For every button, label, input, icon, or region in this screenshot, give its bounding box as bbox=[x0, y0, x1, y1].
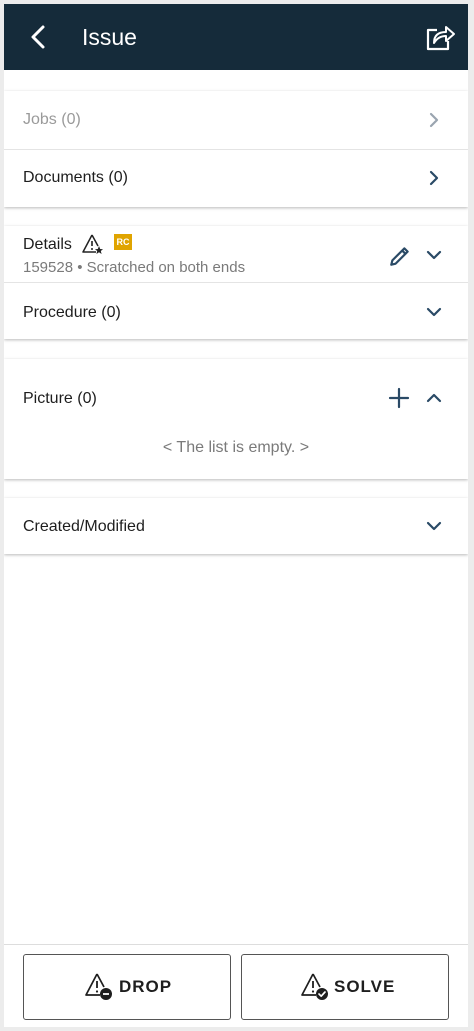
created-row[interactable]: Created/Modified bbox=[4, 498, 468, 554]
app: Issue Jobs (0) Documents (0) Details RC … bbox=[4, 4, 468, 1027]
details-card: Details RC 159528 • Scratched on both en… bbox=[4, 226, 468, 339]
drop-button[interactable]: DROP bbox=[23, 954, 231, 1020]
documents-label: Documents (0) bbox=[23, 169, 128, 186]
drop-label: DROP bbox=[119, 977, 173, 996]
jobs-label: Jobs (0) bbox=[23, 111, 81, 128]
page-title: Issue bbox=[82, 24, 137, 50]
procedure-row[interactable]: Procedure (0) bbox=[4, 282, 468, 339]
empty-list-text: < The list is empty. > bbox=[162, 439, 310, 456]
solve-label: SOLVE bbox=[334, 977, 396, 996]
details-row[interactable]: Details RC 159528 • Scratched on both en… bbox=[4, 226, 468, 283]
footer-bar: DROP SOLVE bbox=[4, 944, 468, 1027]
procedure-label: Procedure (0) bbox=[23, 304, 121, 321]
chevron-right-icon bbox=[429, 112, 439, 128]
app-header: Issue bbox=[4, 4, 468, 70]
chevron-down-icon[interactable] bbox=[424, 302, 444, 322]
warning-minus-icon bbox=[85, 973, 112, 1000]
warning-star-icon bbox=[82, 234, 103, 254]
details-subtitle: 159528 • Scratched on both ends bbox=[23, 259, 246, 276]
created-card: Created/Modified bbox=[4, 498, 468, 554]
chevron-right-icon bbox=[429, 170, 439, 186]
jobs-row[interactable]: Jobs (0) bbox=[4, 91, 468, 150]
picture-row[interactable]: Picture (0) bbox=[4, 359, 468, 439]
details-label: Details bbox=[23, 236, 72, 253]
chevron-left-icon[interactable] bbox=[26, 24, 52, 50]
chevron-down-icon[interactable] bbox=[424, 245, 444, 265]
rc-badge: RC bbox=[114, 234, 132, 250]
pencil-icon[interactable] bbox=[388, 244, 412, 268]
chevron-down-icon[interactable] bbox=[424, 516, 444, 536]
created-label: Created/Modified bbox=[23, 518, 145, 535]
chevron-up-icon[interactable] bbox=[424, 388, 444, 408]
solve-button[interactable]: SOLVE bbox=[241, 954, 449, 1020]
links-card: Jobs (0) Documents (0) bbox=[4, 91, 468, 207]
documents-row[interactable]: Documents (0) bbox=[4, 149, 468, 207]
share-icon[interactable] bbox=[424, 22, 456, 52]
picture-card: Picture (0) < The list is empty. > bbox=[4, 359, 468, 479]
warning-check-icon bbox=[301, 973, 328, 1000]
plus-icon[interactable] bbox=[388, 387, 410, 409]
picture-label: Picture (0) bbox=[23, 390, 97, 407]
